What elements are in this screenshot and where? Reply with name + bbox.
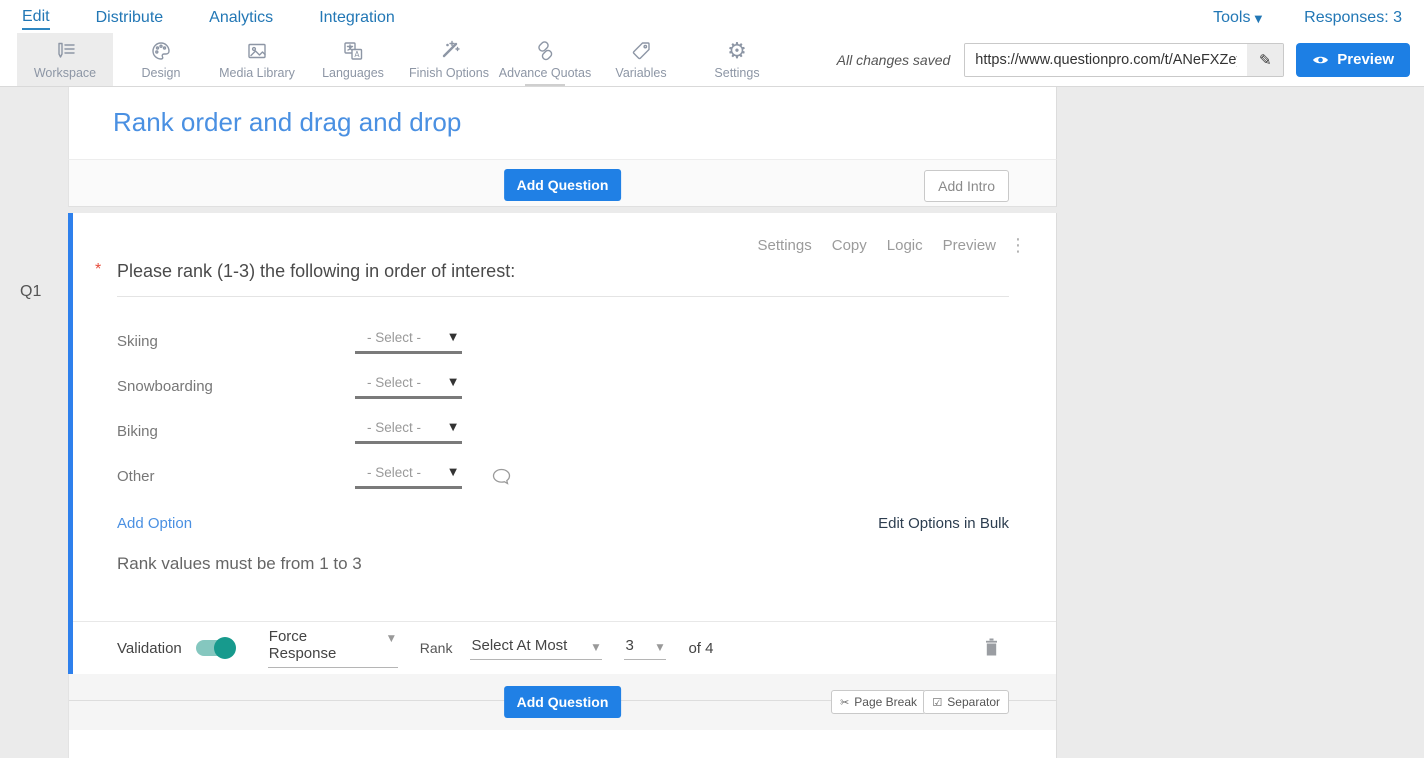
rank-rule-select[interactable]: Select At Most ▼ <box>470 637 602 660</box>
option-row: Skiing - Select - ▼ <box>117 319 1056 364</box>
question-number-label: Q1 <box>20 283 41 301</box>
languages-icon: A <box>341 39 365 63</box>
question-text: Please rank (1-3) the following in order… <box>117 261 515 281</box>
media-library-icon <box>245 39 269 63</box>
svg-text:A: A <box>354 50 360 59</box>
toolbar-item-design[interactable]: Design <box>113 33 209 86</box>
nav-tab-edit[interactable]: Edit <box>22 4 50 30</box>
survey-url-input[interactable] <box>965 44 1247 76</box>
add-question-strip-bottom: Add Question ✂ Page Break ☑ Separator <box>68 674 1057 730</box>
edit-options-bulk-link[interactable]: Edit Options in Bulk <box>878 515 1009 532</box>
rank-label: Rank <box>420 640 453 656</box>
chevron-down-icon: ▼ <box>657 643 664 653</box>
of-total-label: of 4 <box>688 640 713 657</box>
question-settings-link[interactable]: Settings <box>758 237 812 254</box>
toolbar-item-workspace[interactable]: Workspace <box>17 33 113 86</box>
rank-hint-text: Rank values must be from 1 to 3 <box>117 554 1056 574</box>
toolbar-item-languages[interactable]: A Languages <box>305 33 401 86</box>
checkbox-checked-icon: ☑ <box>932 696 942 709</box>
rank-select-snowboarding[interactable]: - Select - ▼ <box>355 375 462 399</box>
tools-menu[interactable]: Tools▼ <box>1213 5 1262 29</box>
required-asterisk: * <box>95 261 117 279</box>
save-status-text: All changes saved <box>837 52 951 68</box>
option-rows: Skiing - Select - ▼ Snowboarding - Selec… <box>117 319 1056 499</box>
option-label[interactable]: Other <box>117 468 355 485</box>
chevron-down-icon: ▼ <box>593 643 600 653</box>
rank-select-skiing[interactable]: - Select - ▼ <box>355 330 462 354</box>
nav-tab-distribute[interactable]: Distribute <box>96 5 164 29</box>
chevron-down-icon: ▼ <box>449 332 457 343</box>
question-logic-link[interactable]: Logic <box>887 237 923 254</box>
workspace-icon <box>53 39 77 63</box>
question-text-field[interactable]: Please rank (1-3) the following in order… <box>117 261 1009 297</box>
responses-link[interactable]: Responses: 3 <box>1304 5 1402 29</box>
chevron-down-icon: ▼ <box>388 634 395 644</box>
toolbar-item-advance-quotas[interactable]: Advance Quotas <box>497 33 593 86</box>
question-card: Settings Copy Logic Preview ⋮ * Please r… <box>68 213 1057 674</box>
survey-title-card: Rank order and drag and drop <box>68 87 1057 160</box>
separator-button[interactable]: ☑ Separator <box>923 690 1009 714</box>
question-copy-link[interactable]: Copy <box>832 237 867 254</box>
edit-url-icon[interactable]: ✎ <box>1247 44 1283 76</box>
add-question-button-top[interactable]: Add Question <box>504 169 622 201</box>
option-label[interactable]: Snowboarding <box>117 378 355 395</box>
nav-tab-integration[interactable]: Integration <box>319 5 395 29</box>
advance-quotas-underline <box>525 84 565 86</box>
force-response-select[interactable]: Force Response ▼ <box>268 628 398 668</box>
question-preview-link[interactable]: Preview <box>943 237 996 254</box>
settings-icon: ⚙ <box>727 39 747 63</box>
comment-bubble-icon[interactable] <box>492 468 511 485</box>
design-icon <box>149 39 173 63</box>
option-label[interactable]: Biking <box>117 423 355 440</box>
top-nav-bar: Edit Distribute Analytics Integration To… <box>0 0 1424 33</box>
scissors-icon: ✂ <box>840 696 849 709</box>
chevron-down-icon: ▼ <box>449 377 457 388</box>
toolbar-item-media-library[interactable]: Media Library <box>209 33 305 86</box>
option-label[interactable]: Skiing <box>117 333 355 350</box>
chevron-down-icon: ▼ <box>1254 14 1262 25</box>
rank-select-biking[interactable]: - Select - ▼ <box>355 420 462 444</box>
survey-title[interactable]: Rank order and drag and drop <box>113 107 1056 138</box>
rank-value-select[interactable]: 3 ▼ <box>624 637 666 660</box>
validation-row: Validation Force Response ▼ Rank Select … <box>73 621 1056 674</box>
option-row: Snowboarding - Select - ▼ <box>117 364 1056 409</box>
kebab-menu-icon[interactable]: ⋮ <box>1009 235 1028 256</box>
editor-toolbar: Workspace Design Media Library A Languag… <box>0 33 1424 87</box>
toolbar-item-finish-options[interactable]: Finish Options <box>401 33 497 86</box>
toolbar-item-variables[interactable]: Variables <box>593 33 689 86</box>
preview-button[interactable]: Preview <box>1296 43 1410 77</box>
nav-tab-analytics[interactable]: Analytics <box>209 5 273 29</box>
option-row: Other - Select - ▼ <box>117 454 1056 499</box>
trash-icon[interactable] <box>984 638 999 661</box>
validation-toggle[interactable] <box>196 640 234 656</box>
add-option-link[interactable]: Add Option <box>117 515 192 532</box>
rank-select-other[interactable]: - Select - ▼ <box>355 465 462 489</box>
finish-options-icon <box>437 39 461 63</box>
eye-icon <box>1312 54 1329 66</box>
toggle-knob <box>214 637 236 659</box>
page-break-button[interactable]: ✂ Page Break <box>831 690 926 714</box>
variables-icon <box>629 39 653 63</box>
option-row: Biking - Select - ▼ <box>117 409 1056 454</box>
add-question-strip-top: Add Question Add Intro <box>68 160 1057 207</box>
add-intro-button[interactable]: Add Intro <box>924 170 1009 202</box>
survey-editor-column: Rank order and drag and drop Add Questio… <box>68 87 1057 758</box>
next-page-card <box>68 730 1057 758</box>
chevron-down-icon: ▼ <box>449 467 457 478</box>
validation-label: Validation <box>117 640 182 657</box>
add-question-button-bottom[interactable]: Add Question <box>504 686 622 718</box>
advance-quotas-icon <box>533 39 557 63</box>
chevron-down-icon: ▼ <box>449 422 457 433</box>
survey-url-group: ✎ <box>964 43 1284 77</box>
toolbar-item-settings[interactable]: ⚙ Settings <box>689 33 785 86</box>
